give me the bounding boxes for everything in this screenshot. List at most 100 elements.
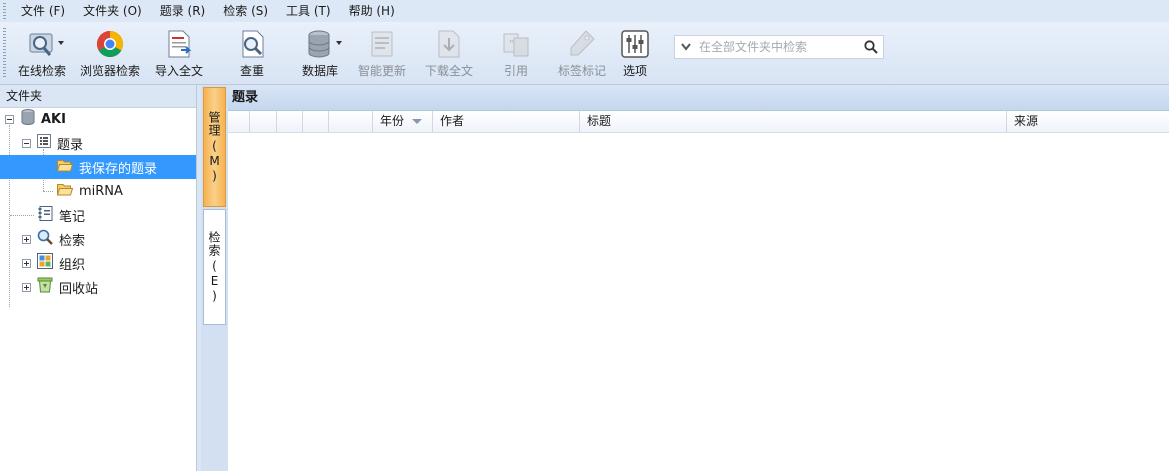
tag-icon (566, 28, 598, 60)
menu-tools[interactable]: 工具 (T) (277, 0, 340, 22)
tree-item-recycle-bin[interactable]: 回收站 (22, 275, 192, 299)
browser-search-label: 浏览器检索 (79, 64, 140, 78)
options-label: 选项 (622, 64, 647, 78)
cite-icon: " (500, 28, 532, 60)
import-fulltext-button[interactable]: 导入全文 (146, 22, 212, 84)
menu-file[interactable]: 文件 (F) (12, 0, 74, 22)
chevron-down-icon[interactable] (675, 43, 697, 51)
tab-label: 检索 (207, 230, 221, 257)
menu-folder[interactable]: 文件夹 (O) (74, 0, 151, 22)
column-header-author[interactable]: 作者 (433, 111, 580, 132)
tab-label: 管理 (207, 110, 221, 137)
download-fulltext-label: 下载全文 (424, 64, 473, 78)
search-box (674, 35, 884, 59)
column-header-2[interactable] (250, 111, 277, 132)
column-label: 年份 (380, 114, 405, 128)
notebook-icon (38, 205, 53, 225)
database-button[interactable]: 数据库 (292, 22, 348, 84)
search-input[interactable] (697, 36, 859, 58)
list-icon (37, 134, 51, 152)
tree-item-mirna[interactable]: miRNA (56, 179, 187, 203)
tab-search[interactable]: 检索 (E) (203, 209, 226, 325)
menu-help[interactable]: 帮助 (H) (340, 0, 404, 22)
tree-connector (9, 125, 10, 307)
tree-item-label: 我保存的题录 (79, 161, 158, 177)
sort-desc-icon (412, 119, 423, 124)
options-icon (619, 28, 651, 60)
tree-item-aki[interactable]: AKI (5, 107, 195, 131)
duplicate-check-button[interactable]: 查重 (212, 22, 292, 84)
collapse-toggle[interactable] (5, 114, 14, 124)
online-search-label: 在线检索 (17, 64, 66, 78)
tag-mark-button[interactable]: 标签标记 (550, 22, 614, 84)
toolbar: 在线检索 浏览器检索 导入全文 查重 数据库 智能更新 下载全文 " 引用 标签… (0, 22, 1169, 85)
folder-panel: 文件夹 AKI 题录 我保存的题录 miRNA 笔记 检索 组织 回收站 (0, 85, 197, 471)
tab-shortcut: E (207, 273, 222, 289)
column-header-row: 年份 作者 标题 来源 (228, 111, 1169, 133)
tree-item-label: miRNA (79, 183, 123, 199)
column-header-year[interactable]: 年份 (373, 111, 433, 132)
database-icon (21, 109, 35, 129)
column-header-4[interactable] (303, 111, 329, 132)
menu-bar: 文件 (F) 文件夹 (O) 题录 (R) 检索 (S) 工具 (T) 帮助 (… (0, 0, 1169, 22)
import-fulltext-label: 导入全文 (154, 64, 203, 78)
tree-item-my-saved-references[interactable]: 我保存的题录 (0, 155, 196, 179)
vertical-tab-strip: 管理 (M) 检索 (E) (201, 85, 228, 471)
database-label: 数据库 (301, 64, 338, 78)
online-search-icon (26, 28, 64, 60)
cite-button[interactable]: " 引用 (482, 22, 550, 84)
menu-reference[interactable]: 题录 (R) (151, 0, 215, 22)
reference-list-panel: 题录 年份 作者 标题 来源 (228, 85, 1169, 471)
expand-toggle[interactable] (22, 282, 31, 292)
tree-item-label: 回收站 (59, 281, 99, 297)
column-header-1[interactable] (228, 111, 250, 132)
search-icon[interactable] (859, 40, 883, 54)
online-search-button[interactable]: 在线检索 (10, 22, 74, 84)
expand-toggle[interactable] (22, 234, 31, 244)
organize-icon (37, 253, 53, 273)
tree-item-search[interactable]: 检索 (22, 227, 192, 251)
svg-text:": " (509, 39, 514, 50)
tree-item-label: 组织 (59, 257, 86, 273)
recycle-bin-icon (37, 277, 53, 297)
search-icon (37, 229, 53, 249)
tree-item-references[interactable]: 题录 (22, 131, 192, 155)
duplicate-check-icon (236, 28, 268, 60)
smart-update-button[interactable]: 智能更新 (348, 22, 416, 84)
folder-open-icon (56, 159, 74, 176)
tree-item-organize[interactable]: 组织 (22, 251, 192, 275)
tree-connector (10, 215, 34, 216)
menu-search[interactable]: 检索 (S) (214, 0, 277, 22)
browser-icon (94, 28, 126, 60)
smart-update-icon (366, 28, 398, 60)
tag-mark-label: 标签标记 (557, 64, 606, 78)
tree-item-label: 笔记 (59, 209, 86, 225)
tree-item-label: AKI (41, 111, 66, 127)
folder-panel-title: 文件夹 (0, 85, 196, 108)
collapse-toggle[interactable] (22, 138, 31, 148)
expand-toggle[interactable] (22, 258, 31, 268)
tree-item-label: 检索 (59, 233, 86, 249)
tree-item-notes[interactable]: 笔记 (38, 203, 188, 227)
tree-connector (43, 191, 53, 192)
menubar-grip[interactable] (3, 3, 6, 19)
download-fulltext-button[interactable]: 下载全文 (416, 22, 482, 84)
cite-label: 引用 (503, 64, 528, 78)
options-button[interactable]: 选项 (614, 22, 656, 84)
import-pdf-icon (163, 28, 195, 60)
column-header-5[interactable] (329, 111, 373, 132)
tab-shortcut: M (207, 153, 222, 169)
reference-panel-title: 题录 (228, 85, 1169, 111)
database-icon (304, 28, 342, 60)
reference-list-body[interactable] (228, 132, 1169, 471)
column-header-3[interactable] (277, 111, 303, 132)
column-header-source[interactable]: 来源 (1007, 111, 1169, 132)
toolbar-grip[interactable] (3, 28, 6, 78)
folder-icon (56, 183, 74, 200)
browser-search-button[interactable]: 浏览器检索 (74, 22, 146, 84)
download-fulltext-icon (433, 28, 465, 60)
tree-item-label: 题录 (57, 137, 84, 153)
smart-update-label: 智能更新 (357, 64, 406, 78)
tab-manage[interactable]: 管理 (M) (203, 87, 226, 207)
column-header-title[interactable]: 标题 (580, 111, 1007, 132)
